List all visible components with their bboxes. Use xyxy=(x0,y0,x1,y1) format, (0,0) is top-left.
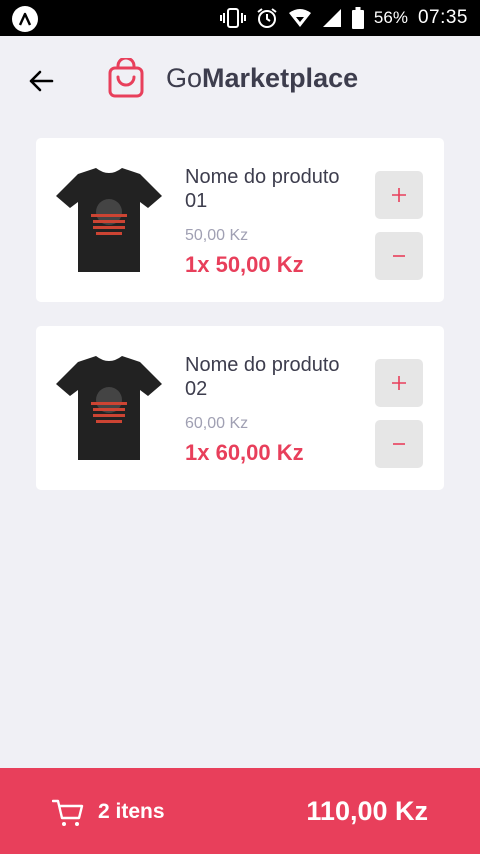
product-name: Nome do produto 01 xyxy=(185,166,340,212)
alarm-icon xyxy=(256,7,278,29)
increment-button[interactable] xyxy=(375,171,423,219)
plus-icon xyxy=(392,188,406,202)
increment-button[interactable] xyxy=(375,359,423,407)
brand-bold: Marketplace xyxy=(202,62,359,93)
status-bar: 56% 07:35 xyxy=(0,0,480,36)
product-card: Nome do produto 02 60,00 Kz 1x 60,00 Kz xyxy=(36,326,444,490)
back-button[interactable] xyxy=(26,66,56,96)
cart-total: 110,00 Kz xyxy=(306,796,428,826)
cart-item-count: 2 itens xyxy=(98,800,165,823)
minus-icon xyxy=(393,443,405,445)
product-price: 50,00 Kz xyxy=(185,227,249,244)
status-clock: 07:35 xyxy=(417,7,468,28)
brand-prefix: Go xyxy=(166,62,203,93)
product-price: 60,00 Kz xyxy=(185,415,249,432)
product-card: Nome do produto 01 50,00 Kz 1x 50,00 Kz xyxy=(36,138,444,302)
signal-icon xyxy=(322,8,342,28)
wifi-icon xyxy=(288,8,312,28)
brand: GoMarketplace xyxy=(108,58,358,98)
header: GoMarketplace xyxy=(0,36,480,124)
shopping-bag-icon xyxy=(108,58,144,98)
cart-icon xyxy=(52,799,84,826)
brand-title: GoMarketplace xyxy=(166,63,358,94)
plus-icon xyxy=(392,376,406,390)
minus-icon xyxy=(393,255,405,257)
vibrate-icon xyxy=(219,7,246,29)
product-tshirt-image xyxy=(56,168,162,272)
product-subtotal: 1x 60,00 Kz xyxy=(185,440,304,465)
battery-icon xyxy=(351,7,364,29)
product-tshirt-image xyxy=(56,356,162,460)
product-subtotal: 1x 50,00 Kz xyxy=(185,252,304,277)
decrement-button[interactable] xyxy=(375,232,423,280)
app-logo-icon xyxy=(12,6,38,32)
back-arrow-icon xyxy=(29,70,54,92)
battery-percentage: 56% xyxy=(373,8,408,27)
product-name: Nome do produto 02 xyxy=(185,354,340,400)
cart-footer[interactable]: 2 itens 110,00 Kz xyxy=(0,768,480,854)
decrement-button[interactable] xyxy=(375,420,423,468)
